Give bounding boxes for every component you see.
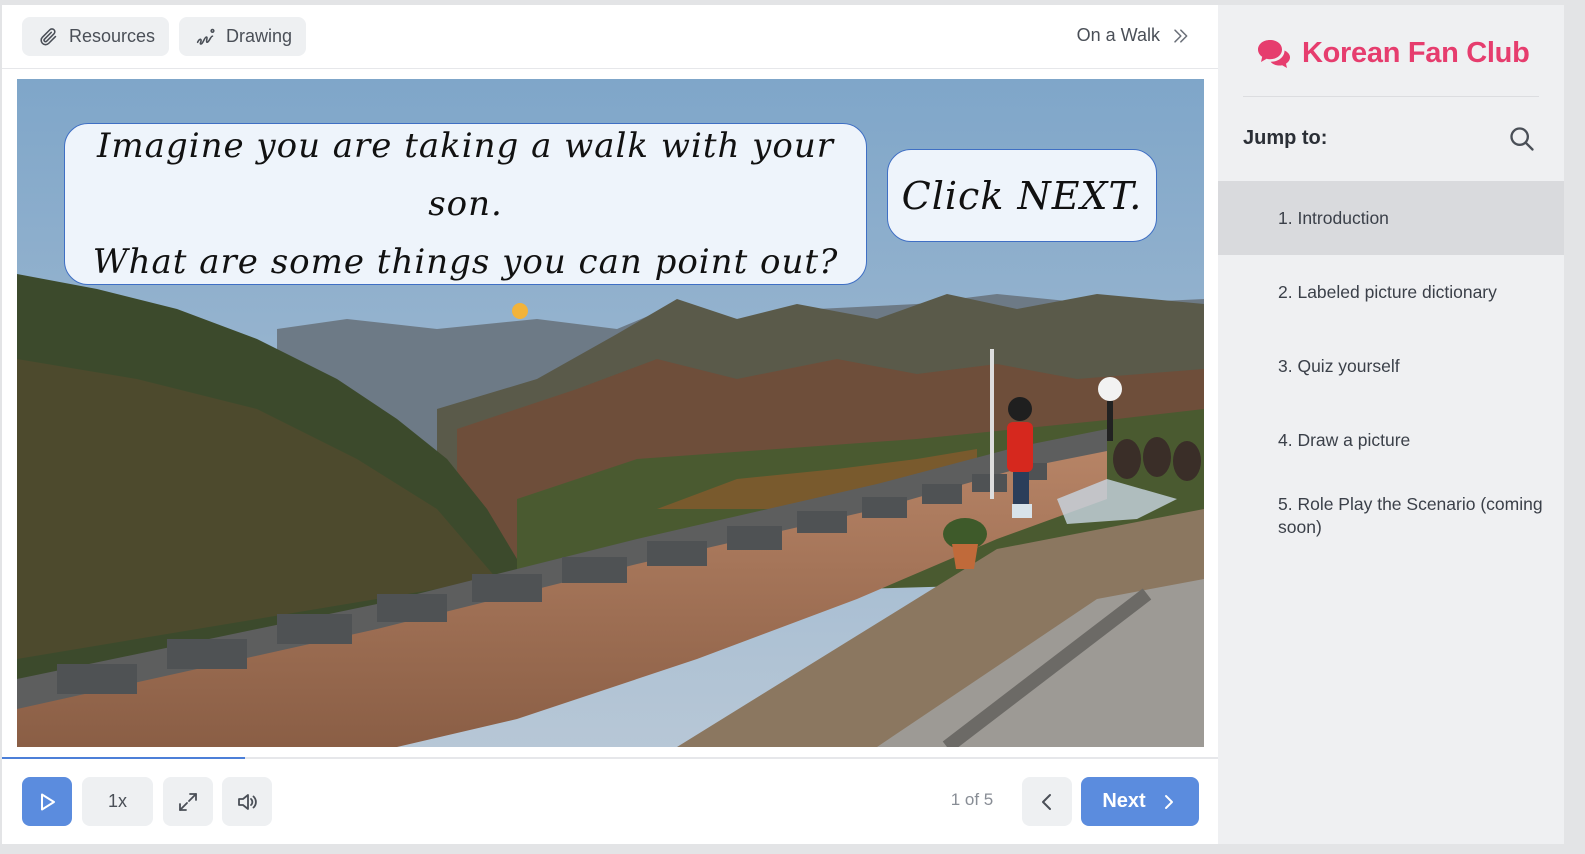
- sidebar-divider: [1243, 96, 1539, 97]
- lesson-sidebar: Korean Fan Club Jump to: 1. Introduction…: [1218, 5, 1564, 844]
- toc-item-quiz[interactable]: 3. Quiz yourself: [1218, 329, 1564, 403]
- drawing-button[interactable]: Drawing: [179, 17, 306, 56]
- toc-item-draw[interactable]: 4. Draw a picture: [1218, 403, 1564, 477]
- toc-item-introduction[interactable]: 1. Introduction: [1218, 181, 1564, 255]
- toc-item-label: 5. Role Play the Scenario (coming soon): [1278, 494, 1543, 537]
- fullscreen-button[interactable]: [163, 777, 213, 826]
- toc-item-role-play[interactable]: 5. Role Play the Scenario (coming soon): [1218, 481, 1564, 551]
- drawing-label: Drawing: [225, 26, 292, 46]
- slide-progress-fill: [2, 757, 246, 759]
- slide-progress-bar: [2, 757, 1218, 759]
- double-chevron-right-icon: [1174, 28, 1188, 43]
- play-icon: [41, 793, 55, 810]
- slide-image: Imagine you are taking a walk with your …: [17, 79, 1204, 747]
- chevron-right-icon: [1164, 794, 1173, 809]
- click-next-text: Click NEXT.: [901, 173, 1143, 218]
- play-button[interactable]: [22, 777, 72, 826]
- next-button-label: Next: [1102, 790, 1146, 812]
- expand-icon: [179, 792, 197, 811]
- squiggle-icon: [196, 28, 215, 45]
- speaker-icon: [238, 793, 257, 810]
- next-lesson-link[interactable]: On a Walk: [1077, 25, 1190, 46]
- toc-item-label: 4. Draw a picture: [1278, 429, 1411, 450]
- page-indicator: 1 of 5: [950, 790, 994, 809]
- caption-line-2: What are some things you can point out?: [92, 242, 839, 282]
- jump-to-label: Jump to:: [1243, 127, 1328, 149]
- playback-speed-button[interactable]: 1x: [82, 777, 153, 826]
- app-frame: Resources Drawing On a Walk Imagine you …: [2, 5, 1564, 844]
- instruction-caption: Imagine you are taking a walk with your …: [64, 123, 867, 285]
- chevron-left-icon: [1042, 793, 1051, 810]
- speed-label: 1x: [107, 791, 127, 811]
- brand-logo[interactable]: Korean Fan Club: [1256, 37, 1530, 70]
- brand-name: Korean Fan Club: [1302, 37, 1530, 69]
- chat-bubbles-icon: [1258, 39, 1290, 68]
- click-next-caption: Click NEXT.: [887, 149, 1157, 242]
- next-lesson-label: On a Walk: [1076, 25, 1160, 45]
- caption-line-1: Imagine you are taking a walk with your …: [96, 126, 835, 224]
- top-toolbar: Resources Drawing On a Walk: [2, 5, 1218, 69]
- audio-button[interactable]: [222, 777, 272, 826]
- toc-item-label: 2. Labeled picture dictionary: [1278, 281, 1497, 302]
- toc-item-picture-dictionary[interactable]: 2. Labeled picture dictionary: [1218, 255, 1564, 329]
- toc-item-label: 3. Quiz yourself: [1278, 355, 1400, 376]
- paperclip-icon: [40, 27, 57, 45]
- resources-button[interactable]: Resources: [22, 17, 169, 56]
- search-icon[interactable]: [1508, 125, 1536, 153]
- next-button[interactable]: Next: [1081, 777, 1199, 826]
- resources-label: Resources: [68, 26, 155, 46]
- previous-button[interactable]: [1022, 777, 1072, 826]
- toc-item-label: 1. Introduction: [1278, 207, 1389, 228]
